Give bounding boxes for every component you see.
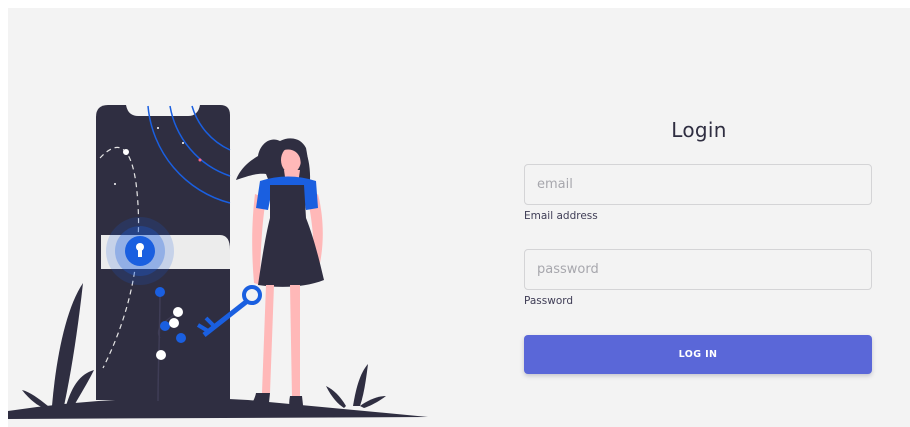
login-title: Login (671, 118, 727, 142)
password-help-text: Password (524, 295, 574, 307)
lock-icon (106, 217, 174, 285)
login-form: Login Email address Password LOG IN (524, 8, 874, 427)
login-button[interactable]: LOG IN (524, 335, 872, 374)
right-plant-icon (326, 364, 386, 408)
login-illustration (8, 105, 428, 419)
person-icon (236, 138, 324, 414)
password-input[interactable] (524, 249, 872, 290)
page-top-strip (0, 0, 910, 8)
email-input[interactable] (524, 164, 872, 205)
login-page: Login Email address Password LOG IN (8, 8, 910, 427)
email-help-text: Email address (524, 210, 598, 222)
left-plant-icon (22, 283, 94, 408)
